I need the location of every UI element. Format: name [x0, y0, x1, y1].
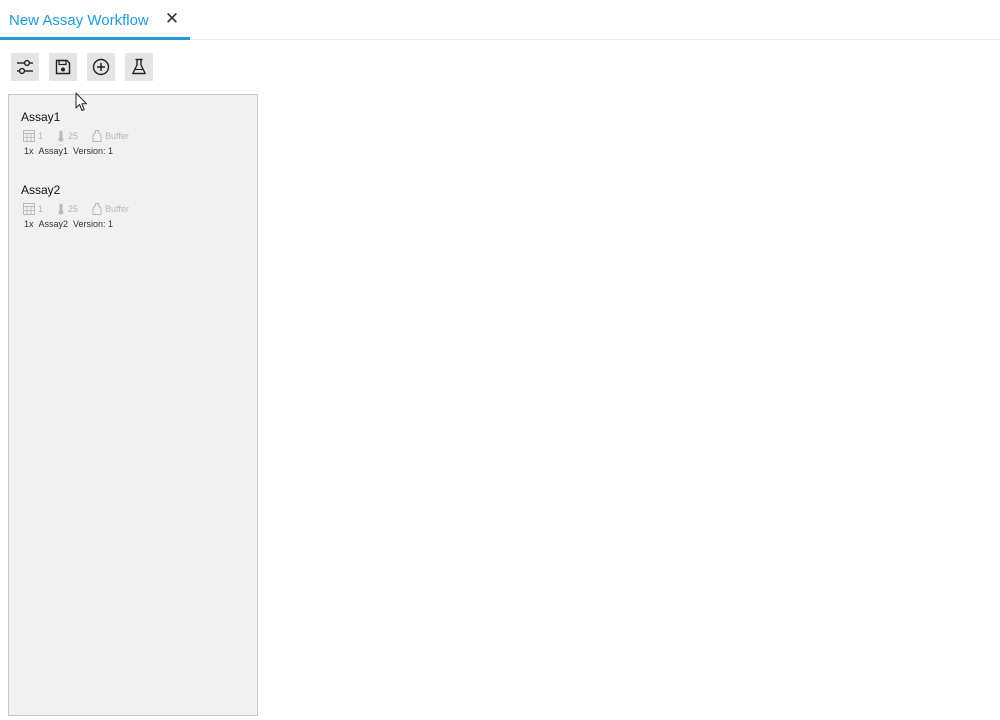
assay-item-2[interactable]: Assay2 1 25 Buffer 1x Assay2 Version: 1 [21, 183, 246, 239]
add-button[interactable] [87, 53, 115, 81]
tab-title[interactable]: New Assay Workflow [9, 12, 149, 29]
thermometer-icon [58, 203, 64, 215]
assay-item-1[interactable]: Assay1 1 25 Buffer 1x Assay1 Version: 1 [21, 110, 246, 166]
buffer-bottle-icon [92, 203, 102, 215]
save-icon [55, 59, 71, 75]
plate-count: 1 [38, 204, 44, 214]
save-button[interactable] [49, 53, 77, 81]
buffer-label: Buffer [105, 204, 129, 214]
assay-version: Version: 1 [73, 146, 114, 156]
buffer-bottle-icon [92, 130, 102, 142]
assay-count: 1x [24, 219, 34, 229]
assay-detail: 1x Assay2 Version: 1 [24, 219, 118, 229]
thermometer-icon [58, 130, 64, 142]
plate-icon [23, 203, 35, 215]
assay-list-panel[interactable]: Assay1 1 25 Buffer 1x Assay1 Version: 1 [8, 94, 258, 716]
sliders-icon [17, 59, 33, 75]
flask-icon [132, 58, 146, 75]
plate-icon [23, 130, 35, 142]
assay-name: Assay1 [21, 110, 61, 124]
assay-version: Version: 1 [73, 219, 114, 229]
add-circle-icon [92, 58, 110, 76]
assay-label: Assay1 [38, 146, 69, 156]
assay-label: Assay2 [38, 219, 69, 229]
assay-count: 1x [24, 146, 34, 156]
close-icon[interactable]: ✕ [164, 10, 180, 28]
plate-count: 1 [38, 131, 44, 141]
settings-button[interactable] [11, 53, 39, 81]
assay-name: Assay2 [21, 183, 61, 197]
temperature-value: 25 [68, 131, 79, 141]
tab-new-assay-workflow[interactable]: New Assay Workflow ✕ [0, 0, 190, 40]
tab-bar: New Assay Workflow ✕ [0, 0, 1000, 40]
temperature-value: 25 [68, 204, 79, 214]
assay-button[interactable] [125, 53, 153, 81]
buffer-label: Buffer [105, 131, 129, 141]
assay-detail: 1x Assay1 Version: 1 [24, 146, 118, 156]
